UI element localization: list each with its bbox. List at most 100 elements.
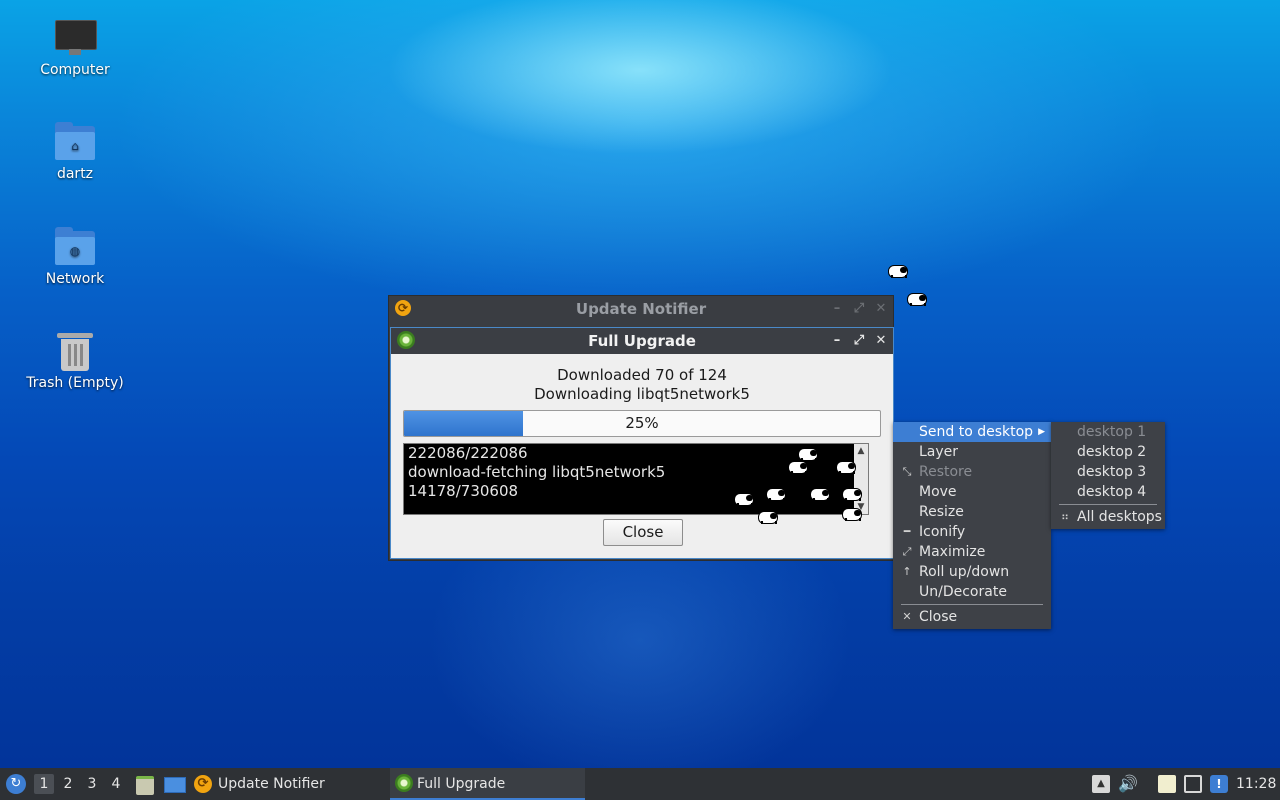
menu-item-restore[interactable]: ⤡ Restore (893, 462, 1051, 482)
desktop: Computer ⌂ dartz ◍ Network Trash (Empty)… (0, 0, 1280, 768)
menu-item-label: Maximize (919, 544, 986, 560)
rollup-icon: ↑ (902, 565, 912, 578)
sheep-icon (834, 458, 858, 474)
maximize-button[interactable]: ⤢ (853, 328, 865, 354)
menu-item-resize[interactable]: Resize (893, 502, 1051, 522)
tray-expand-icon[interactable]: ▲ (1092, 775, 1110, 793)
sheep-icon (786, 458, 810, 474)
menu-item-label: Resize (919, 504, 964, 520)
submenu-item-desktop-3[interactable]: desktop 3 (1051, 462, 1165, 482)
desktop-icon-home[interactable]: ⌂ dartz (20, 122, 130, 182)
menu-item-undecorate[interactable]: Un/Decorate (893, 582, 1051, 602)
menu-item-label: desktop 4 (1077, 484, 1147, 500)
menu-item-iconify[interactable]: ━ Iconify (893, 522, 1051, 542)
menu-item-label: Send to desktop (919, 424, 1034, 440)
submenu-item-desktop-2[interactable]: desktop 2 (1051, 442, 1165, 462)
menu-item-label: desktop 2 (1077, 444, 1147, 460)
gear-icon (397, 331, 415, 349)
lxqt-logo-icon: ↻ (6, 774, 26, 794)
restore-icon: ⤡ (902, 465, 912, 478)
scrollbar[interactable]: ▲ ▼ (854, 444, 868, 514)
workspace-4-button[interactable]: 4 (106, 774, 126, 794)
close-icon: ✕ (902, 610, 912, 623)
terminal-line: 14178/730608 (408, 482, 519, 500)
desktop-icon-trash[interactable]: Trash (Empty) (20, 331, 130, 391)
desktop-icon-network[interactable]: ◍ Network (20, 227, 130, 287)
minimize-button[interactable]: – (831, 328, 843, 354)
clipboard-icon[interactable] (1158, 775, 1176, 793)
menu-item-move[interactable]: Move (893, 482, 1051, 502)
submenu-item-desktop-4[interactable]: desktop 4 (1051, 482, 1165, 502)
update-available-icon[interactable]: ! (1210, 775, 1228, 793)
clock[interactable]: 11:28 (1236, 768, 1276, 800)
workspace-2-button[interactable]: 2 (58, 774, 78, 794)
network-status-icon[interactable] (1184, 775, 1202, 793)
show-desktop-icon (164, 777, 186, 793)
taskbar-task-update-notifier[interactable]: ⟳ Update Notifier (192, 768, 382, 800)
window-title: Full Upgrade (588, 332, 696, 350)
menu-item-roll-up-down[interactable]: ↑ Roll up/down (893, 562, 1051, 582)
maximize-button[interactable]: ⤢ (853, 296, 865, 322)
gear-icon (395, 774, 413, 792)
task-label: Full Upgrade (417, 776, 506, 792)
menu-item-label: Close (919, 609, 958, 625)
menu-item-label: Un/Decorate (919, 584, 1007, 600)
iconify-icon: ━ (903, 525, 911, 538)
menu-item-label: Roll up/down (919, 564, 1010, 580)
maximize-icon: ⤢ (902, 545, 912, 558)
progress-bar: 25% (403, 410, 881, 437)
quicklaunch-file-manager[interactable] (134, 768, 154, 800)
trash-icon (53, 331, 97, 371)
window-titlebar[interactable]: Full Upgrade – ⤢ ✕ (391, 328, 893, 354)
sheep-icon (732, 490, 756, 506)
scroll-up-icon[interactable]: ▲ (854, 444, 868, 458)
minimize-button[interactable]: – (831, 296, 843, 322)
all-desktops-icon: ⠶ (1060, 510, 1070, 523)
desktop-icon-computer[interactable]: Computer (20, 18, 130, 78)
start-menu-button[interactable]: ↻ (4, 768, 28, 800)
download-package-text: Downloading libqt5network5 (534, 385, 750, 403)
close-window-button[interactable]: ✕ (875, 328, 887, 354)
sheep-icon (840, 505, 864, 521)
menu-item-send-to-desktop[interactable]: Send to desktop ▶ (893, 422, 1051, 442)
computer-icon (53, 18, 97, 58)
menu-item-label: desktop 1 (1077, 424, 1147, 440)
menu-item-layer[interactable]: Layer (893, 442, 1051, 462)
workspace-1-button[interactable]: 1 (34, 774, 54, 794)
download-count-text: Downloaded 70 of 124 (557, 366, 727, 384)
send-to-desktop-submenu: desktop 1 desktop 2 desktop 3 desktop 4 … (1051, 422, 1165, 529)
volume-icon[interactable]: 🔊 (1118, 775, 1138, 793)
window-title: Update Notifier (575, 300, 707, 318)
menu-item-maximize[interactable]: ⤢ Maximize (893, 542, 1051, 562)
update-notifier-icon: ⟳ (194, 775, 212, 793)
full-upgrade-window[interactable]: Full Upgrade – ⤢ ✕ Downloaded 70 of 124 … (390, 327, 894, 559)
taskbar: ↻ 1 2 3 4 ⟳ Update Notifier Full Upgrade… (0, 768, 1280, 800)
menu-item-label: desktop 3 (1077, 464, 1147, 480)
menu-item-label: Move (919, 484, 957, 500)
sheep-icon (756, 508, 780, 524)
menu-item-close[interactable]: ✕ Close (893, 607, 1051, 627)
menu-separator (901, 604, 1043, 605)
menu-item-label: Iconify (919, 524, 966, 540)
sheep-icon (808, 485, 832, 501)
taskbar-task-full-upgrade[interactable]: Full Upgrade (390, 768, 585, 800)
sheep-icon (905, 290, 929, 306)
progress-label: 25% (625, 414, 659, 432)
submenu-item-all-desktops[interactable]: ⠶ All desktops (1051, 507, 1165, 527)
desktop-icon-label: Trash (Empty) (26, 375, 124, 391)
network-folder-icon: ◍ (53, 227, 97, 267)
sheep-icon (886, 262, 910, 278)
sheep-icon (840, 485, 864, 501)
workspace-3-button[interactable]: 3 (82, 774, 102, 794)
window-titlebar[interactable]: ⟳ Update Notifier – ⤢ ✕ (389, 296, 893, 322)
sheep-icon (764, 485, 788, 501)
submenu-arrow-icon: ▶ (1038, 427, 1045, 437)
menu-item-label: All desktops (1077, 509, 1162, 525)
file-manager-icon (136, 776, 154, 795)
window-context-menu: Send to desktop ▶ Layer ⤡ Restore Move R… (893, 422, 1051, 629)
submenu-item-desktop-1[interactable]: desktop 1 (1051, 422, 1165, 442)
desktop-icon-label: dartz (56, 166, 94, 182)
close-window-button[interactable]: ✕ (875, 296, 887, 322)
close-button[interactable]: Close (603, 519, 683, 546)
quicklaunch-show-desktop[interactable] (162, 768, 186, 800)
